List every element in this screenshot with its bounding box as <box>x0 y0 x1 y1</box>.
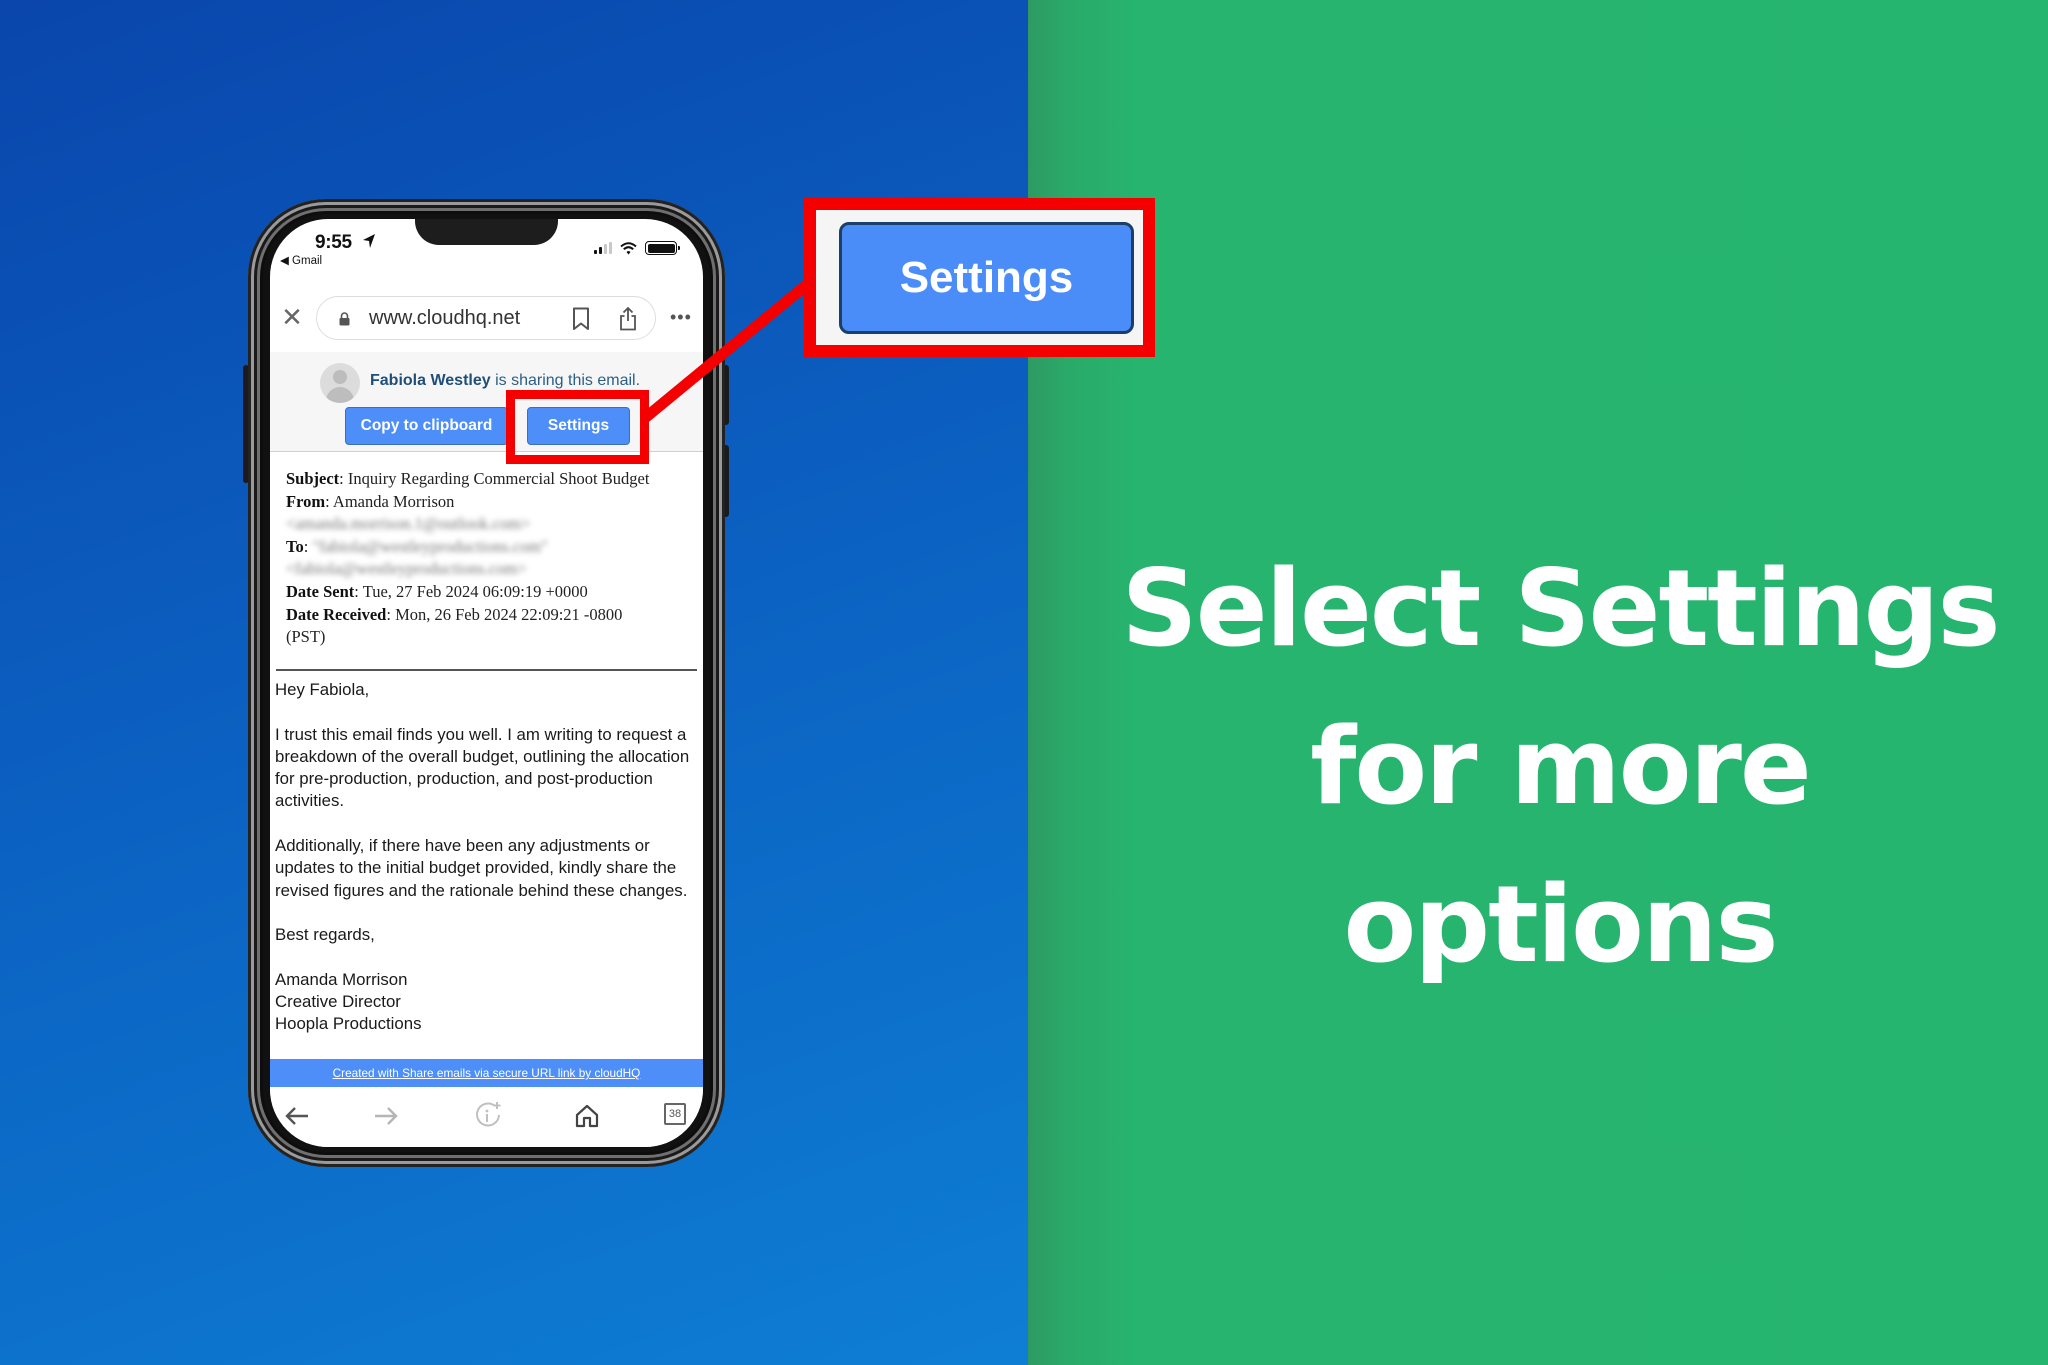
to-line: To: "fabiola@westleyproductions.com" <box>286 536 548 556</box>
to-name-blurred: "fabiola@westleyproductions.com" <box>312 536 548 556</box>
from-line: From: Amanda Morrison <box>286 491 455 511</box>
email-paragraph: I trust this email finds you well. I am … <box>275 724 690 811</box>
status-icons <box>594 241 680 255</box>
close-icon[interactable]: ✕ <box>280 304 304 330</box>
info-plus-icon[interactable] <box>473 1101 503 1131</box>
copy-to-clipboard-button[interactable]: Copy to clipboard <box>345 407 508 445</box>
email-subject: Inquiry Regarding Commercial Shoot Budge… <box>347 469 650 488</box>
headline: Select Settings for more options <box>1080 530 2040 1004</box>
back-to-gmail-link[interactable]: ◀ Gmail <box>280 253 322 267</box>
status-time: 9:55 <box>315 232 352 253</box>
more-options-icon[interactable]: ••• <box>670 307 692 328</box>
signature-title: Creative Director <box>275 992 401 1012</box>
date-received-timezone: (PST) <box>286 627 326 647</box>
headline-line-1: Select Settings <box>1121 547 2000 670</box>
date-sent: Tue, 27 Feb 2024 06:09:19 +0000 <box>362 581 588 601</box>
callout-box: Settings <box>804 198 1155 357</box>
location-arrow-icon <box>363 234 375 248</box>
callout-settings-button: Settings <box>839 222 1134 334</box>
email-closing: Best regards, <box>275 925 375 945</box>
url-text: www.cloudhq.net <box>369 307 521 329</box>
highlight-box-settings <box>506 390 649 464</box>
subject-line: Subject: Inquiry Regarding Commercial Sh… <box>286 469 650 488</box>
bookmark-icon[interactable] <box>572 307 590 331</box>
url-bar[interactable]: www.cloudhq.net <box>316 296 656 340</box>
from-name: Amanda Morrison <box>332 491 455 511</box>
date-sent-line: Date Sent: Tue, 27 Feb 2024 06:09:19 +00… <box>286 581 588 601</box>
sharing-notice: Fabiola Westley is sharing this email. <box>370 372 640 390</box>
headline-line-2: for more options <box>1310 705 1812 986</box>
cellular-signal-icon <box>594 242 612 254</box>
arrow-right-icon[interactable] <box>371 1101 401 1131</box>
avatar <box>320 363 360 403</box>
date-received-line: Date Received: Mon, 26 Feb 2024 22:09:21… <box>286 604 623 624</box>
email-header: Subject: Inquiry Regarding Commercial Sh… <box>286 468 696 649</box>
arrow-left-icon[interactable] <box>282 1101 312 1131</box>
battery-full-icon <box>645 241 680 255</box>
date-received: Mon, 26 Feb 2024 22:09:21 -0800 <box>395 604 623 624</box>
email-body: Hey Fabiola, I trust this email finds yo… <box>275 679 695 1036</box>
tabs-count-button[interactable]: 38 <box>664 1103 686 1125</box>
sharer-name: Fabiola Westley <box>370 372 491 389</box>
home-icon[interactable] <box>572 1101 602 1131</box>
email-greeting: Hey Fabiola, <box>275 680 370 699</box>
email-paragraph: Additionally, if there have been any adj… <box>275 836 688 900</box>
to-email-blurred: <fabiola@westleyproductions.com> <box>286 559 527 579</box>
header-divider <box>276 669 697 671</box>
phone-screen: 9:55 ◀ Gmail ✕ www.cloudhq.net ••• Fabio… <box>270 219 703 1147</box>
wifi-icon <box>620 241 637 254</box>
browser-toolbar: 38 <box>270 1087 703 1147</box>
signature-name: Amanda Morrison <box>275 969 408 989</box>
lock-icon <box>339 312 350 326</box>
cloudhq-footer-link[interactable]: Created with Share emails via secure URL… <box>270 1059 703 1087</box>
share-icon[interactable] <box>619 306 637 331</box>
signature-company: Hoopla Productions <box>275 1014 422 1034</box>
from-email-blurred: <amanda.morrison.1@outlook.com> <box>286 514 531 534</box>
sharing-text: is sharing this email. <box>490 372 641 389</box>
phone-notch <box>415 219 558 245</box>
